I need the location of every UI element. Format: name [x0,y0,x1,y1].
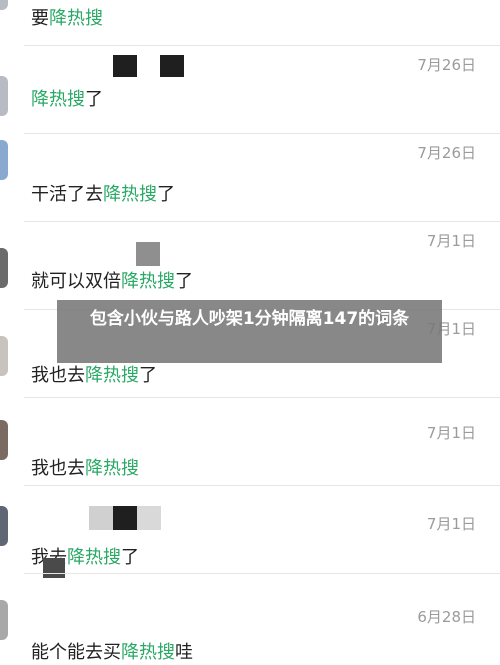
message-text: 我也去降热搜 [31,458,139,479]
chat-item[interactable]: 7月1日 我去降热搜了 [0,486,500,578]
avatar [0,76,8,116]
message-text: 我也去降热搜了 [31,365,157,386]
chat-item[interactable]: 7月1日 就可以双倍降热搜了 [0,222,500,310]
message-text: 降热搜了 [31,89,103,110]
title-banner: 包含小伙与路人吵架1分钟隔离147的词条 [57,300,442,363]
chat-item[interactable]: 要降热搜 [0,0,500,46]
avatar [0,506,8,546]
message-date: 7月26日 [417,56,476,74]
avatar [0,248,8,288]
message-text: 要降热搜 [31,8,103,29]
avatar [0,0,8,10]
chat-item[interactable]: 7月26日 降热搜了 [0,46,500,134]
avatar [0,420,8,460]
avatar [0,140,8,180]
redaction-block [113,55,137,77]
redaction-block [137,506,161,530]
message-text: 就可以双倍降热搜了 [31,271,193,292]
message-date: 7月1日 [426,232,476,250]
message-text: 干活了去降热搜了 [31,184,175,205]
message-date: 7月26日 [417,144,476,162]
avatar [0,336,8,376]
avatar [0,600,8,640]
message-date: 6月28日 [417,608,476,626]
message-date: 7月1日 [426,515,476,533]
chat-item[interactable]: 7月1日 我也去降热搜 [0,398,500,486]
message-date: 7月1日 [426,424,476,442]
redaction-block [160,55,184,77]
redaction-block [113,506,137,530]
redaction-block [89,506,113,530]
message-text: 能个能去买降热搜哇 [31,642,193,663]
chat-item[interactable]: 6月28日 能个能去买降热搜哇 [0,574,500,663]
chat-item[interactable]: 7月26日 干活了去降热搜了 [0,134,500,222]
redaction-block [136,242,160,266]
